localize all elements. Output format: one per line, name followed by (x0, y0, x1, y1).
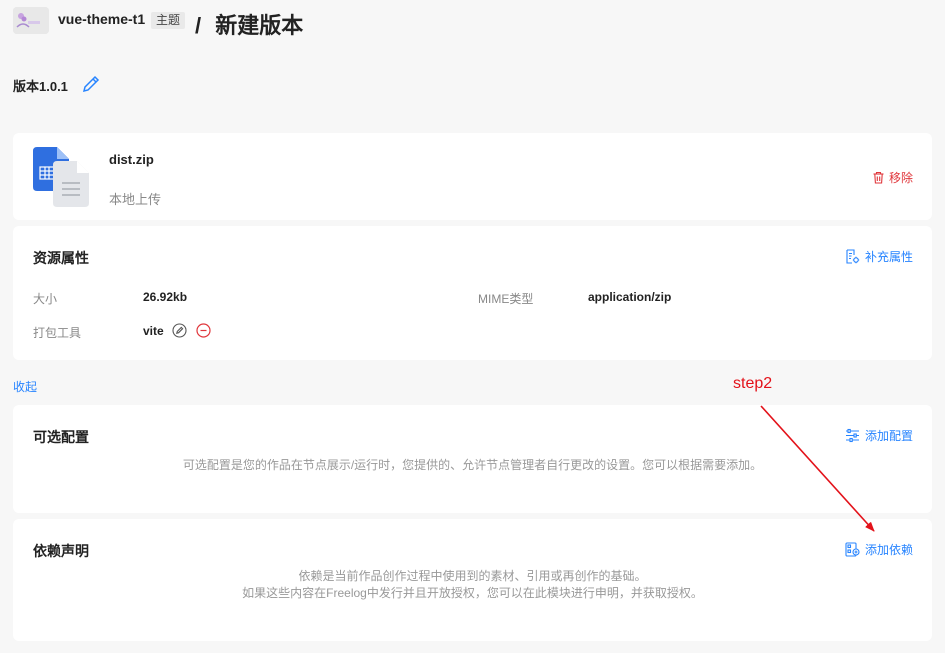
dependency-icon (845, 542, 860, 557)
add-config-label: 添加配置 (864, 429, 913, 443)
optional-config-card: 可选配置 添加配置 可选配置是您的作品在节点展示/运行时，您提供的、允许节点管理… (13, 405, 932, 513)
type-tag: 主题 (151, 12, 186, 29)
dependencies-description-line1: 依赖是当前作品创作过程中使用到的素材、引用或再创作的基础。 (298, 569, 647, 583)
document-settings-icon (846, 249, 860, 264)
mime-value: application/zip (588, 290, 672, 304)
size-value: 26.92kb (143, 290, 188, 304)
add-properties-label: 补充属性 (864, 250, 913, 264)
size-label: 大小 (33, 292, 58, 306)
resource-properties-card: 资源属性 补充属性 大小 26.92kb MIME类型 application/… (13, 226, 932, 360)
file-card: dist.zip 本地上传 移除 (13, 133, 932, 220)
file-source: 本地上传 (109, 192, 162, 207)
project-cover-image (13, 7, 49, 34)
file-name: dist.zip (109, 152, 154, 167)
dependencies-title: 依赖声明 (33, 543, 89, 559)
dependencies-description: 依赖是当前作品创作过程中使用到的素材、引用或再创作的基础。 如果这些内容在Fre… (13, 568, 932, 602)
optional-config-description: 可选配置是您的作品在节点展示/运行时，您提供的、允许节点管理者自行更改的设置。您… (182, 458, 763, 472)
page-title: / 新建版本 (195, 8, 303, 40)
project-name[interactable]: vue-theme-t1 (58, 11, 145, 27)
remove-label: 移除 (888, 171, 913, 185)
dependencies-description-line2: 如果这些内容在Freelog中发行并且开放授权，您可以在此模块进行申明，并获取授… (242, 586, 703, 600)
zip-file-icon (33, 147, 91, 207)
add-dependency-label: 添加依赖 (864, 543, 913, 557)
mime-label: MIME类型 (478, 292, 534, 306)
add-config-button[interactable]: 添加配置 (845, 427, 913, 444)
step2-annotation-label: step2 (733, 375, 773, 392)
dependencies-card: 依赖声明 添加依赖 依赖是当前作品创作过程中使用到的素材、引用或再创作的基础。 … (13, 519, 932, 641)
collapse-link[interactable]: 收起 (13, 378, 37, 395)
trash-icon (873, 171, 884, 184)
remove-button[interactable]: 移除 (872, 169, 913, 186)
version-label: 版本1.0.1 (13, 79, 68, 94)
resource-properties-title: 资源属性 (33, 250, 89, 266)
delete-tool-icon[interactable] (196, 323, 211, 338)
optional-config-title: 可选配置 (33, 429, 89, 445)
build-tool-value: vite (143, 324, 164, 338)
title-text: 新建版本 (215, 13, 304, 38)
sliders-icon (845, 428, 859, 443)
pencil-edit-icon[interactable] (81, 74, 101, 94)
build-tool-label: 打包工具 (33, 326, 82, 340)
add-properties-button[interactable]: 补充属性 (845, 248, 913, 265)
add-dependency-button[interactable]: 添加依赖 (845, 541, 913, 558)
edit-tool-icon[interactable] (172, 323, 187, 338)
title-separator: / (195, 13, 202, 38)
